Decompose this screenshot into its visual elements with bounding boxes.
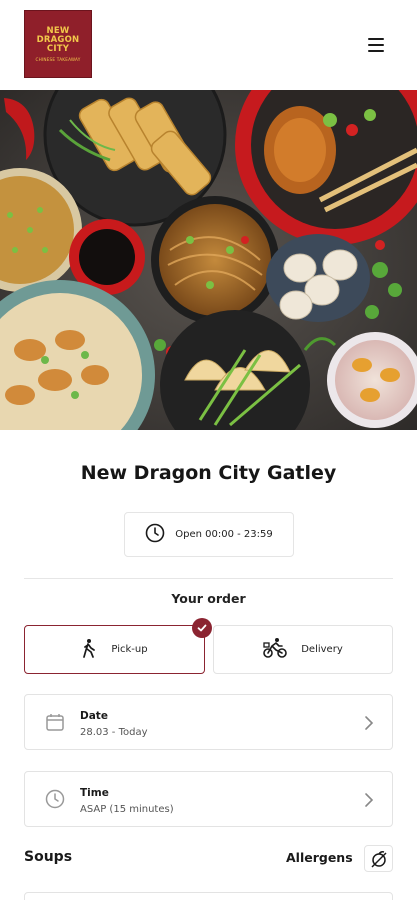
your-order-heading: Your order xyxy=(171,591,246,606)
hero-food-image xyxy=(0,90,417,430)
allergen-filter-icon[interactable] xyxy=(364,845,393,872)
walking-person-icon xyxy=(81,638,97,662)
date-title: Date xyxy=(80,710,108,722)
chevron-right-icon xyxy=(364,792,374,812)
time-value: ASAP (15 minutes) xyxy=(80,804,174,815)
logo-line-3: CHINESE TAKEAWAY xyxy=(35,56,81,62)
logo-line-2: DRAGON CITY xyxy=(36,34,80,54)
restaurant-name: New Dragon City Gatley xyxy=(80,462,337,484)
pickup-label: Pick-up xyxy=(111,644,148,655)
app-header: NEW DRAGON CITY CHINESE TAKEAWAY xyxy=(0,0,417,90)
restaurant-logo[interactable]: NEW DRAGON CITY CHINESE TAKEAWAY xyxy=(24,10,92,78)
selected-check-icon xyxy=(192,618,212,638)
date-value: 28.03 - Today xyxy=(80,727,148,738)
pickup-option[interactable]: Pick-up xyxy=(24,625,205,674)
opening-hours-text: Open 00:00 - 23:59 xyxy=(175,529,273,540)
time-selector[interactable]: Time ASAP (15 minutes) xyxy=(24,771,393,827)
opening-hours-badge: Open 00:00 - 23:59 xyxy=(124,512,294,557)
calendar-icon xyxy=(45,712,65,736)
menu-category-title: Soups xyxy=(24,849,73,865)
date-selector[interactable]: Date 28.03 - Today xyxy=(24,694,393,750)
bicycle-delivery-icon xyxy=(263,637,288,663)
allergens-link[interactable]: Allergens xyxy=(286,850,353,865)
clock-icon xyxy=(45,789,65,813)
delivery-label: Delivery xyxy=(301,644,343,655)
hamburger-menu-icon[interactable] xyxy=(366,36,388,54)
divider xyxy=(24,578,393,579)
delivery-option[interactable]: Delivery xyxy=(213,625,393,674)
chevron-right-icon xyxy=(364,715,374,735)
clock-icon xyxy=(145,523,165,547)
time-title: Time xyxy=(80,787,109,799)
menu-item-card[interactable] xyxy=(24,892,393,900)
